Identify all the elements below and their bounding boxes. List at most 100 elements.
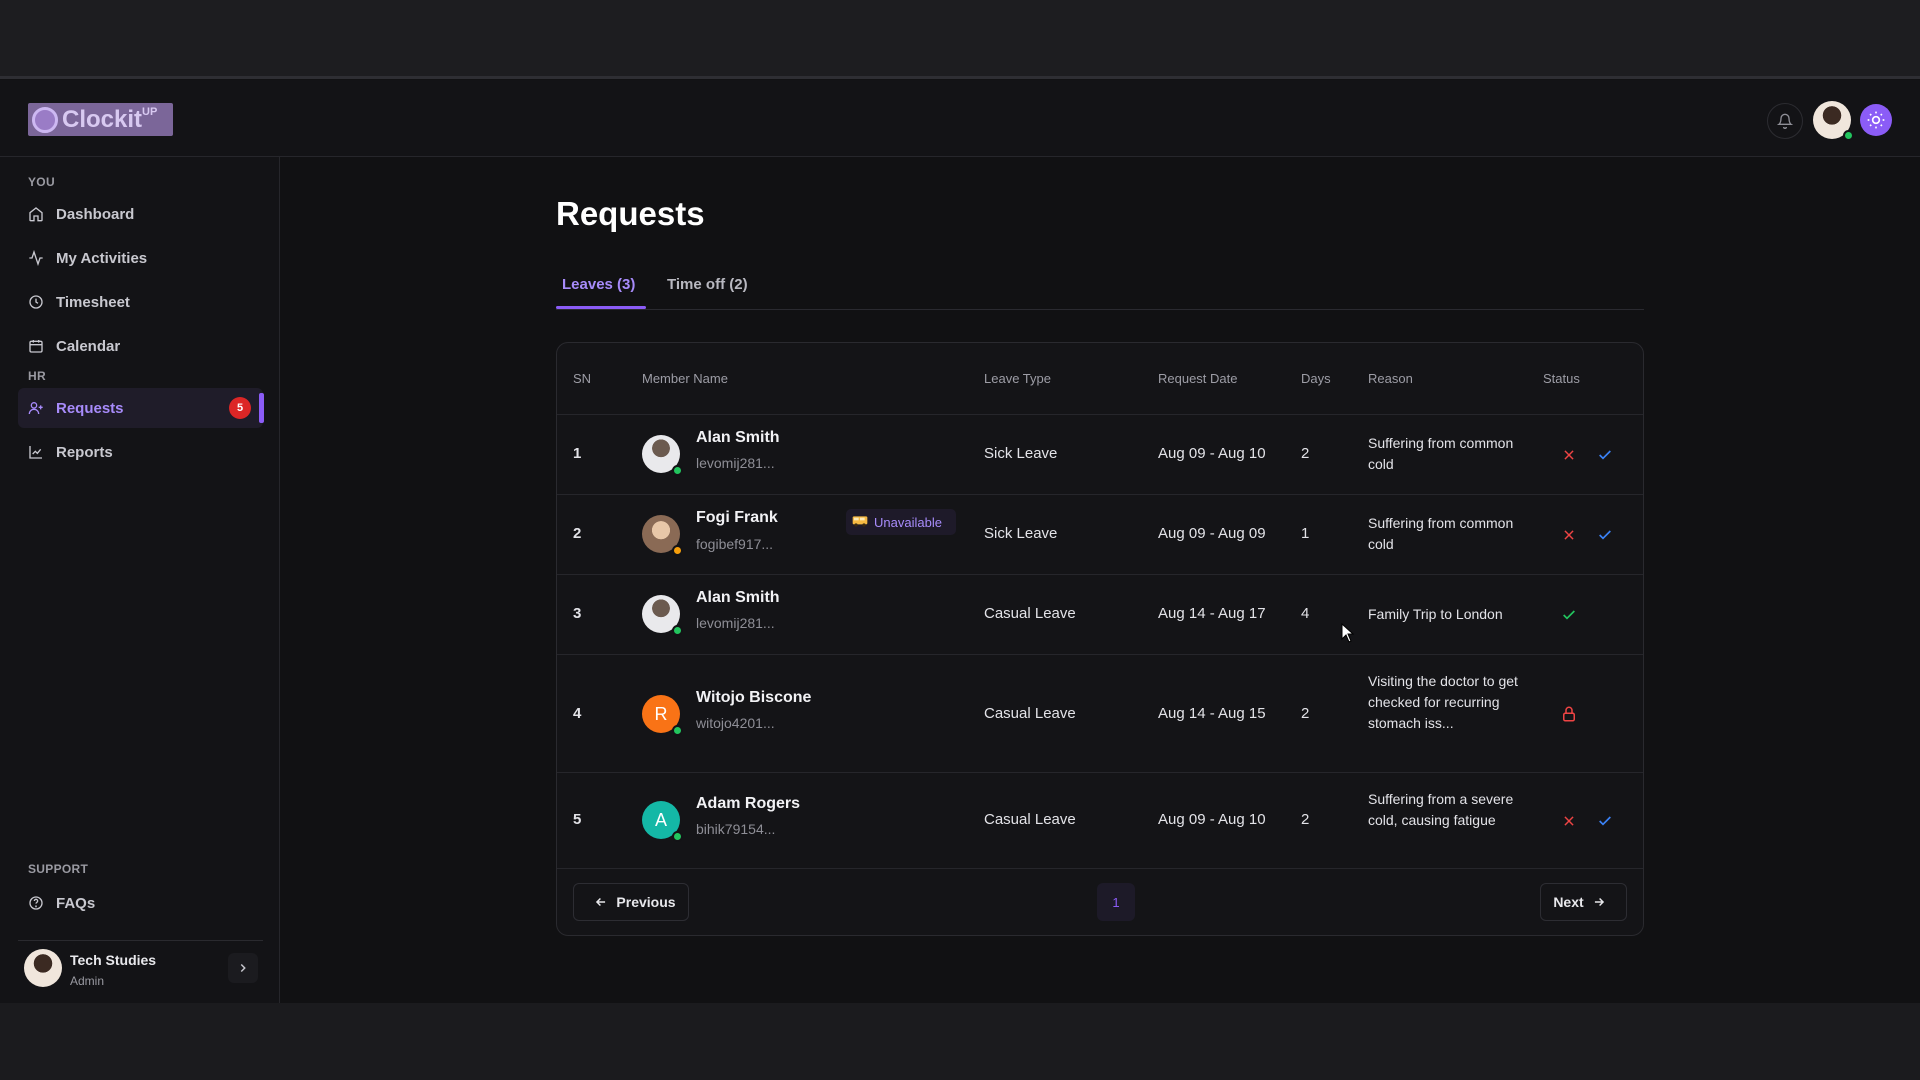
member-email: fogibef917... <box>696 536 774 552</box>
member-name: Fogi Frank <box>696 509 778 526</box>
sidebar-item-label: Requests <box>56 399 124 417</box>
member-name: Adam Rogers <box>696 795 801 812</box>
column-header-reason: Reason <box>1368 371 1413 386</box>
user-plus-icon <box>28 402 43 415</box>
user-card[interactable]: Tech Studies Admin <box>18 940 263 996</box>
close-icon <box>1564 450 1574 460</box>
arrow-left-icon <box>596 897 606 907</box>
sidebar-item-faqs[interactable]: FAQs <box>18 883 263 923</box>
check-icon <box>1599 530 1611 540</box>
online-indicator <box>1843 130 1854 141</box>
sidebar-item-reports[interactable]: Reports <box>18 432 263 472</box>
request-date: Aug 09 - Aug 09 <box>1158 525 1266 542</box>
reason: Family Trip to London <box>1368 606 1503 622</box>
status-actions <box>1557 809 1629 833</box>
approve-button[interactable] <box>1593 809 1617 833</box>
previous-button[interactable]: Previous <box>573 883 689 921</box>
activity-icon <box>29 250 43 266</box>
requests-count-badge: 5 <box>229 397 251 419</box>
column-header-request-date: Request Date <box>1158 371 1238 386</box>
page-number-button[interactable]: 1 <box>1097 883 1135 921</box>
avatar: R <box>642 695 683 736</box>
sidebar-item-label: Reports <box>56 443 113 461</box>
table-row[interactable]: 4 R Witojo Biscone witojo4201... Casual … <box>557 655 1643 773</box>
check-icon <box>1599 450 1611 460</box>
bottom-band <box>0 1003 1920 1080</box>
table-row[interactable]: 5 A Adam Rogers bihik79154... Casual Lea… <box>557 773 1643 869</box>
sidebar-item-label: My Activities <box>56 249 148 267</box>
sidebar-item-label: Timesheet <box>56 293 130 311</box>
away-indicator <box>672 545 683 556</box>
close-icon <box>1564 816 1574 826</box>
leave-type: Casual Leave <box>984 811 1076 828</box>
lock-icon <box>1557 702 1581 726</box>
sun-icon <box>1867 111 1885 129</box>
app-logo[interactable]: Clockit UP <box>28 103 173 136</box>
approved-check-icon <box>1557 603 1581 627</box>
member-name: Alan Smith <box>696 429 780 446</box>
days: 2 <box>1301 445 1310 462</box>
column-header-member-name: Member Name <box>642 371 728 386</box>
leave-type: Sick Leave <box>984 525 1058 542</box>
request-date: Aug 14 - Aug 17 <box>1158 605 1266 622</box>
reason: Suffering from a severe cold, causing fa… <box>1368 791 1514 828</box>
reason: Suffering from common cold <box>1368 515 1514 552</box>
chart-line-icon <box>29 446 42 459</box>
reject-button[interactable] <box>1557 809 1581 833</box>
avatar-letter: R <box>654 703 668 724</box>
member-email: bihik79154... <box>696 821 776 837</box>
tab-time-off[interactable]: Time off (2) <box>661 276 754 293</box>
column-header-sn: SN <box>573 371 592 386</box>
row-sn: 5 <box>573 811 582 828</box>
avatar <box>642 515 683 556</box>
table-row[interactable]: 2 Fogi Frank fogibef917... Unavailable S… <box>557 495 1643 575</box>
row-sn: 1 <box>573 445 582 462</box>
check-icon <box>1599 816 1611 826</box>
online-indicator <box>672 725 683 736</box>
sidebar-item-timesheet[interactable]: Timesheet <box>18 282 263 322</box>
row-sn: 3 <box>573 605 582 622</box>
approve-button[interactable] <box>1593 523 1617 547</box>
sidebar-item-calendar[interactable]: Calendar <box>18 326 263 366</box>
table-header: SN Member Name Leave Type Request Date D… <box>557 343 1643 415</box>
online-indicator <box>672 625 683 636</box>
tab-leaves[interactable]: Leaves (3) <box>556 276 641 293</box>
expand-user-button[interactable] <box>228 953 258 983</box>
status-actions <box>1557 523 1629 547</box>
member-email: witojo4201... <box>696 715 775 731</box>
sidebar-item-dashboard[interactable]: Dashboard <box>18 194 263 234</box>
table-row[interactable]: 1 Alan Smith levomij281... Sick Leave Au… <box>557 415 1643 495</box>
next-button[interactable]: Next <box>1540 883 1627 921</box>
days: 1 <box>1301 525 1310 542</box>
approve-button[interactable] <box>1593 443 1617 467</box>
column-header-status: Status <box>1543 371 1580 386</box>
avatar-letter: A <box>654 809 667 830</box>
online-indicator <box>672 465 683 476</box>
leave-type: Casual Leave <box>984 605 1076 622</box>
page-title: Requests <box>556 195 705 232</box>
sidebar-item-my-activities[interactable]: My Activities <box>18 238 263 278</box>
active-indicator <box>259 393 264 423</box>
logo-clock-icon <box>32 106 58 133</box>
logo-superscript: UP <box>142 106 158 118</box>
logo-text: Clockit <box>62 105 143 133</box>
status-actions <box>1557 443 1629 467</box>
member-name: Alan Smith <box>696 589 780 606</box>
theme-toggle-button[interactable] <box>1860 104 1892 136</box>
table-row[interactable]: 3 Alan Smith levomij281... Casual Leave … <box>557 575 1643 655</box>
profile-avatar[interactable] <box>1813 101 1854 141</box>
home-icon <box>29 207 43 222</box>
leave-type: Casual Leave <box>984 705 1076 722</box>
sidebar-item-label: FAQs <box>56 894 96 912</box>
reason: Suffering from common cold <box>1368 435 1514 472</box>
top-band-divider <box>0 76 1920 79</box>
member-name: Witojo Biscone <box>696 689 812 706</box>
unavailable-label: Unavailable <box>874 514 942 530</box>
reject-button[interactable] <box>1557 523 1581 547</box>
section-label-you: YOU <box>28 175 55 189</box>
help-circle-icon <box>29 896 43 910</box>
notifications-button[interactable] <box>1767 103 1803 139</box>
reject-button[interactable] <box>1557 443 1581 467</box>
sidebar-item-requests[interactable]: Requests <box>18 388 263 428</box>
days: 2 <box>1301 811 1310 828</box>
